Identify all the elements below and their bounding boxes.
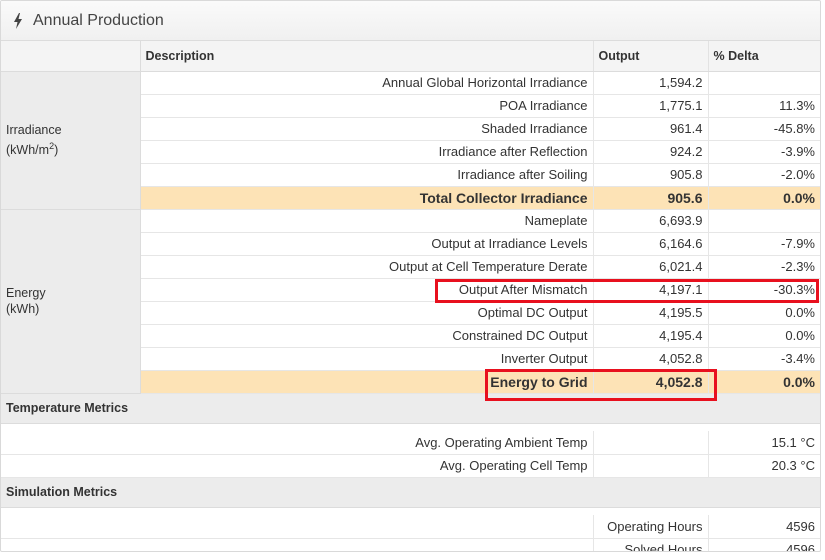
- row-description: Energy to Grid: [140, 370, 594, 394]
- row-description: Output After Mismatch: [140, 278, 594, 302]
- metric-value: 15.1 °C: [708, 431, 820, 455]
- temperature-metrics-title: Temperature Metrics: [1, 393, 820, 424]
- row-delta: -3.4%: [708, 347, 820, 371]
- row-delta: 0.0%: [708, 301, 820, 325]
- row-output: 4,052.8: [593, 347, 709, 371]
- metric-value: 4596: [708, 515, 820, 539]
- row-delta: -3.9%: [708, 140, 820, 164]
- row-description: Optimal DC Output: [140, 301, 594, 325]
- group-title: Irradiance: [6, 122, 62, 137]
- row-description: Irradiance after Reflection: [140, 140, 594, 164]
- section-header-row: Temperature Metrics: [1, 393, 820, 424]
- group-title: Energy: [6, 286, 46, 300]
- spacer-row: [1, 507, 820, 515]
- metric-empty: [593, 431, 709, 455]
- metric-value: 4596: [708, 538, 820, 551]
- table-row: Avg. Operating Cell Temp 20.3 °C: [1, 454, 820, 478]
- row-output: 4,052.8: [593, 370, 709, 394]
- row-delta: [708, 209, 820, 233]
- row-output: 6,693.9: [593, 209, 709, 233]
- temperature-section: Temperature Metrics Avg. Operating Ambie…: [1, 393, 820, 478]
- bolt-icon: [13, 12, 25, 29]
- annual-production-panel: Annual Production Description Output % D…: [0, 0, 821, 552]
- header-output: Output: [593, 41, 709, 72]
- table-row: Energy (kWh) Nameplate 6,693.9: [1, 209, 820, 394]
- irradiance-section: Irradiance (kWh/m2) Annual Global Horizont…: [1, 71, 820, 210]
- row-output: 961.4: [593, 117, 709, 141]
- row-delta: -30.3%: [708, 278, 820, 302]
- group-unit: (kWh): [6, 302, 40, 316]
- row-delta: -2.0%: [708, 163, 820, 187]
- metric-value: 20.3 °C: [708, 454, 820, 478]
- row-output: 4,195.5: [593, 301, 709, 325]
- row-description: Total Collector Irradiance: [140, 186, 594, 210]
- group-label-irradiance: Irradiance (kWh/m2): [1, 71, 141, 210]
- metric-desc-right: Solved Hours: [593, 538, 709, 551]
- row-description: Constrained DC Output: [140, 324, 594, 348]
- spacer-cell: [1, 507, 820, 515]
- table-row: Irradiance (kWh/m2) Annual Global Horizont…: [1, 71, 820, 210]
- metric-empty: [593, 454, 709, 478]
- row-delta: 0.0%: [708, 324, 820, 348]
- row-output: 6,164.6: [593, 232, 709, 256]
- row-description: Nameplate: [140, 209, 594, 233]
- row-description: Annual Global Horizontal Irradiance: [140, 71, 594, 95]
- row-delta: -7.9%: [708, 232, 820, 256]
- header-blank: [1, 41, 141, 72]
- row-description: Output at Cell Temperature Derate: [140, 255, 594, 279]
- row-output: 1,775.1: [593, 94, 709, 118]
- panel-title: Annual Production: [33, 11, 164, 29]
- table-header-row: Description Output % Delta: [1, 41, 820, 72]
- row-description: Irradiance after Soiling: [140, 163, 594, 187]
- production-table: Description Output % Delta Irradiance (kW…: [1, 41, 820, 551]
- row-output: 6,021.4: [593, 255, 709, 279]
- row-output: 1,594.2: [593, 71, 709, 95]
- metric-desc: [1, 538, 594, 551]
- table-row: Avg. Operating Ambient Temp 15.1 °C: [1, 431, 820, 455]
- metric-desc: Avg. Operating Cell Temp: [1, 454, 594, 478]
- row-delta: -45.8%: [708, 117, 820, 141]
- metric-desc: Avg. Operating Ambient Temp: [1, 431, 594, 455]
- header-description: Description: [140, 41, 594, 72]
- row-delta: 0.0%: [708, 186, 820, 210]
- header-delta: % Delta: [708, 41, 820, 72]
- row-delta: 0.0%: [708, 370, 820, 394]
- row-output: 4,197.1: [593, 278, 709, 302]
- metric-desc-right: Operating Hours: [593, 515, 709, 539]
- row-output: 905.8: [593, 163, 709, 187]
- row-delta: [708, 71, 820, 95]
- row-description: Output at Irradiance Levels: [140, 232, 594, 256]
- row-output: 905.6: [593, 186, 709, 210]
- group-label-energy: Energy (kWh): [1, 209, 141, 394]
- metric-desc: [1, 515, 594, 539]
- simulation-section: Simulation Metrics Operating Hours 4596 …: [1, 477, 820, 551]
- energy-section: Energy (kWh) Nameplate 6,693.9 Output at Irr…: [1, 209, 820, 394]
- table-row: Operating Hours 4596: [1, 515, 820, 539]
- simulation-metrics-title: Simulation Metrics: [1, 477, 820, 508]
- table-row: Solved Hours 4596: [1, 538, 820, 551]
- panel-header: Annual Production: [1, 1, 820, 41]
- row-description: Inverter Output: [140, 347, 594, 371]
- row-delta: -2.3%: [708, 255, 820, 279]
- spacer-row: [1, 423, 820, 431]
- row-output: 4,195.4: [593, 324, 709, 348]
- spacer-cell: [1, 423, 820, 431]
- section-header-row: Simulation Metrics: [1, 477, 820, 508]
- group-unit: (kWh/m2): [6, 140, 59, 158]
- row-description: Shaded Irradiance: [140, 117, 594, 141]
- row-delta: 11.3%: [708, 94, 820, 118]
- row-description: POA Irradiance: [140, 94, 594, 118]
- row-output: 924.2: [593, 140, 709, 164]
